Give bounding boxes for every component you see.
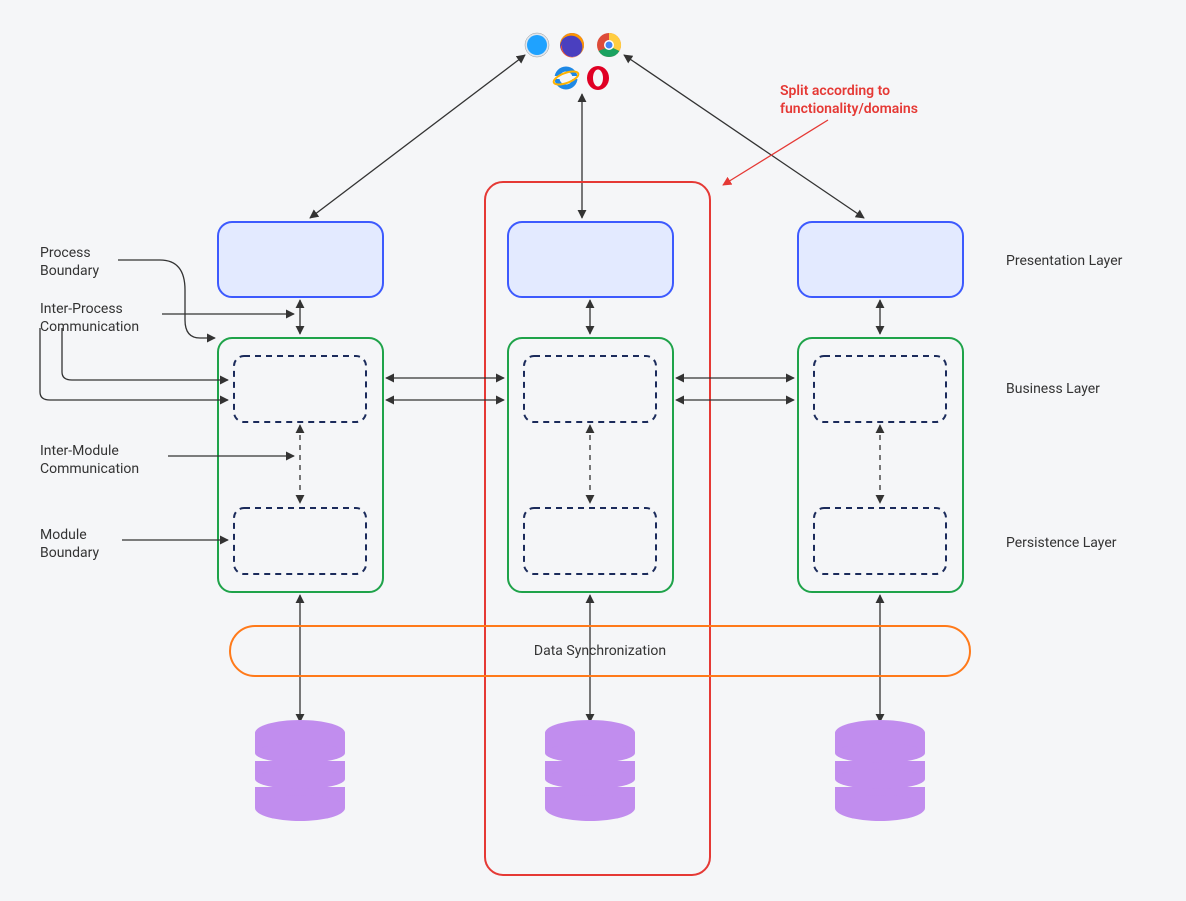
label-module-boundary: Module Boundary bbox=[40, 526, 99, 562]
column-2 bbox=[508, 222, 673, 821]
presentation-box-2 bbox=[508, 222, 673, 297]
chrome-icon bbox=[597, 33, 621, 57]
label-inter-process: Inter-Process Communication bbox=[40, 300, 139, 336]
label-persistence-layer: Persistence Layer bbox=[1006, 534, 1116, 552]
label-data-sync: Data Synchronization bbox=[500, 643, 700, 659]
label-inter-module: Inter-Module Communication bbox=[40, 442, 139, 478]
database-2 bbox=[545, 720, 635, 821]
firefox-icon bbox=[560, 33, 584, 57]
inter-process-arrow-2 bbox=[40, 328, 228, 400]
opera-icon bbox=[587, 66, 609, 90]
presentation-box-3 bbox=[798, 222, 963, 297]
arrow-browsers-col1 bbox=[310, 55, 525, 218]
database-1 bbox=[255, 720, 345, 821]
column-3 bbox=[798, 222, 963, 821]
annotation-arrow bbox=[723, 120, 828, 185]
database-3 bbox=[835, 720, 925, 821]
arrow-browsers-col3 bbox=[624, 55, 864, 218]
label-presentation-layer: Presentation Layer bbox=[1006, 252, 1122, 270]
ie-icon bbox=[552, 69, 580, 87]
diagram-canvas bbox=[0, 0, 1186, 901]
browser-icons-row bbox=[525, 33, 621, 90]
label-process-boundary: Process Boundary bbox=[40, 244, 99, 280]
column-1 bbox=[218, 222, 383, 821]
annotation-split: Split according to functionality/domains bbox=[780, 82, 918, 118]
safari-icon bbox=[525, 33, 549, 57]
label-business-layer: Business Layer bbox=[1006, 380, 1100, 398]
presentation-box-1 bbox=[218, 222, 383, 297]
